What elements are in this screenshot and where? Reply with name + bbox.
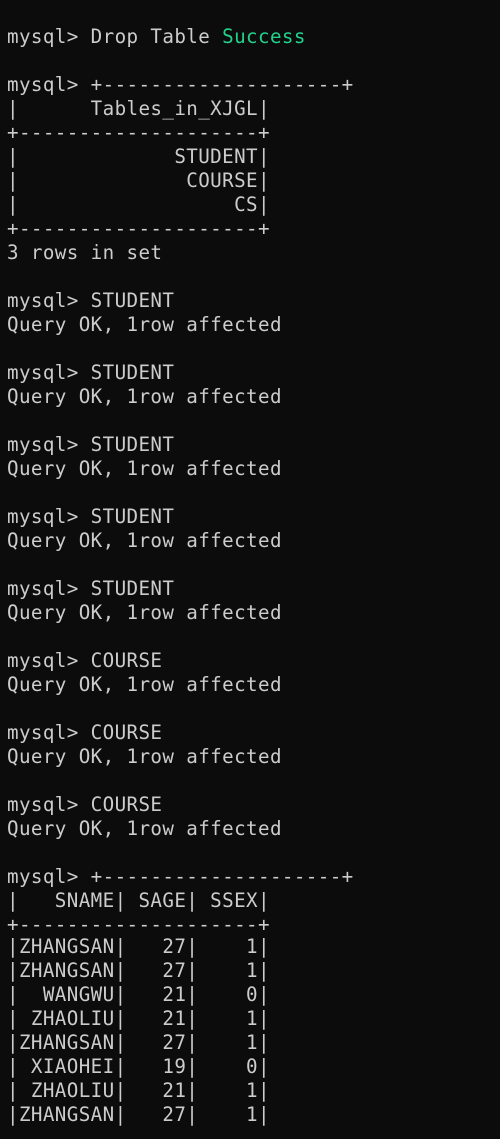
command-text: STUDENT bbox=[90, 433, 175, 456]
prompt: mysql> bbox=[7, 505, 91, 528]
rows-in-set-summary: 3 rows in set bbox=[7, 241, 163, 264]
query-result-line: Query OK, 1row affected bbox=[7, 601, 282, 624]
insert-command-line: mysql> STUDENT bbox=[7, 433, 174, 457]
command-text: COURSE bbox=[90, 649, 163, 672]
command-text: COURSE bbox=[90, 793, 163, 816]
query-result-line: Query OK, 1row affected bbox=[7, 313, 282, 336]
terminal-window[interactable]: mysql> Drop Table Success mysql> +------… bbox=[0, 0, 500, 1139]
select-output-border-top: mysql> +--------------------+ bbox=[7, 865, 354, 889]
command-text: STUDENT bbox=[90, 289, 175, 312]
prompt: mysql> bbox=[7, 361, 91, 384]
prompt: mysql> bbox=[7, 289, 91, 312]
table-row: |ZHANGSAN| 27| 1| bbox=[7, 959, 270, 982]
insert-command-line: mysql> STUDENT bbox=[7, 505, 174, 529]
insert-command-line: mysql> STUDENT bbox=[7, 577, 174, 601]
insert-command-line: mysql> COURSE bbox=[7, 793, 162, 817]
table-row: | ZHAOLIU| 21| 1| bbox=[7, 1007, 270, 1030]
tables-output-header: | Tables_in_XJGL| bbox=[7, 97, 270, 120]
table-row: |ZHANGSAN| 27| 1| bbox=[7, 1031, 270, 1054]
prompt: mysql> bbox=[7, 25, 91, 48]
table-row: |ZHANGSAN| 27| 1| bbox=[7, 935, 270, 958]
query-result-line: Query OK, 1row affected bbox=[7, 673, 282, 696]
tables-output-border: +--------------------+ bbox=[7, 217, 270, 240]
select-output-header: | SNAME| SAGE| SSEX| bbox=[7, 889, 270, 912]
prompt: mysql> bbox=[7, 721, 91, 744]
table-row: | STUDENT| bbox=[7, 145, 270, 168]
table-row: |ZHANGSAN| 27| 1| bbox=[7, 1103, 270, 1126]
command-text: STUDENT bbox=[90, 361, 175, 384]
tables-output-border: +--------------------+ bbox=[7, 121, 270, 144]
drop-command-line: mysql> Drop Table Success bbox=[7, 25, 306, 49]
table-row: | WANGWU| 21| 0| bbox=[7, 983, 270, 1006]
tables-output-border-top: mysql> +--------------------+ bbox=[7, 73, 354, 97]
command-text: STUDENT bbox=[90, 505, 175, 528]
table-row: | XIAOHEI| 19| 0| bbox=[7, 1055, 270, 1078]
prompt: mysql> bbox=[7, 73, 91, 96]
table-row: | ZHAOLIU| 21| 1| bbox=[7, 1079, 270, 1102]
query-result-line: Query OK, 1row affected bbox=[7, 385, 282, 408]
prompt: mysql> bbox=[7, 433, 91, 456]
query-result-line: Query OK, 1row affected bbox=[7, 817, 282, 840]
query-result-line: Query OK, 1row affected bbox=[7, 457, 282, 480]
insert-command-line: mysql> COURSE bbox=[7, 649, 162, 673]
prompt: mysql> bbox=[7, 793, 91, 816]
prompt: mysql> bbox=[7, 649, 91, 672]
select-output-border: +--------------------+ bbox=[7, 913, 270, 936]
command-text: Drop Table bbox=[90, 25, 211, 48]
insert-command-line: mysql> STUDENT bbox=[7, 289, 174, 313]
prompt: mysql> bbox=[7, 577, 91, 600]
success-status: Success bbox=[222, 25, 306, 48]
table-row: | CS| bbox=[7, 193, 270, 216]
command-text: COURSE bbox=[90, 721, 163, 744]
table-border: +--------------------+ bbox=[90, 865, 354, 888]
insert-command-line: mysql> COURSE bbox=[7, 721, 162, 745]
prompt: mysql> bbox=[7, 865, 91, 888]
command-text: STUDENT bbox=[90, 577, 175, 600]
table-border: +--------------------+ bbox=[90, 73, 354, 96]
query-result-line: Query OK, 1row affected bbox=[7, 529, 282, 552]
table-row: | COURSE| bbox=[7, 169, 270, 192]
insert-command-line: mysql> STUDENT bbox=[7, 361, 174, 385]
query-result-line: Query OK, 1row affected bbox=[7, 745, 282, 768]
